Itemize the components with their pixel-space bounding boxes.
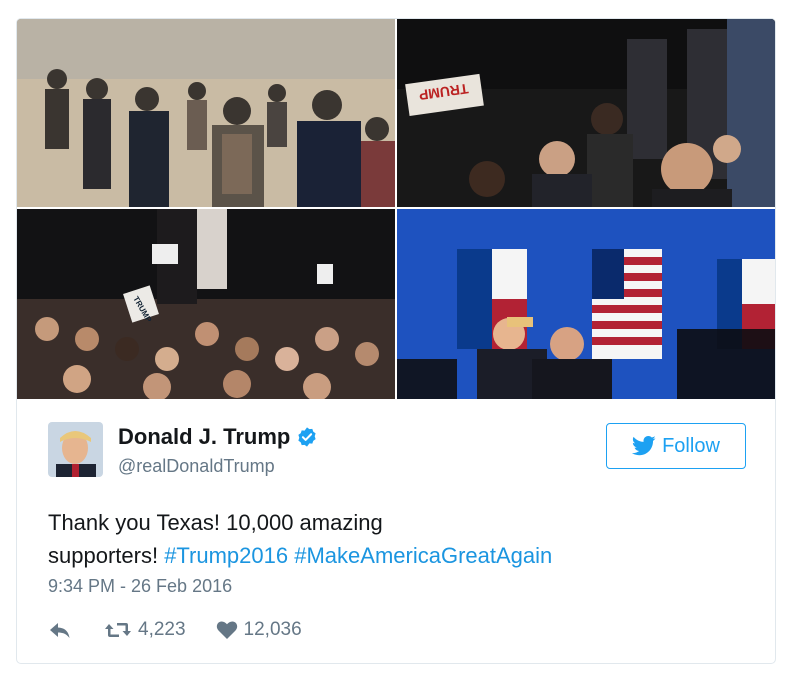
photo-stage-flags[interactable] (397, 209, 775, 399)
retweet-count: 4,223 (138, 619, 186, 640)
photo-grid: TRUMP TRUMP (17, 19, 775, 399)
hashtag-trump2016[interactable]: #Trump2016 (164, 543, 288, 568)
photo-press-photographers[interactable]: TRUMP (397, 19, 775, 207)
tweet-timestamp[interactable]: 9:34 PM - 26 Feb 2016 (48, 576, 232, 597)
follow-button[interactable]: Follow (606, 423, 746, 469)
photo-crowd-outdoors[interactable] (17, 19, 395, 207)
follow-label: Follow (662, 434, 720, 457)
hashtag-makeamericagreatagain[interactable]: #MakeAmericaGreatAgain (294, 543, 552, 568)
photo-rally-crowd[interactable]: TRUMP (17, 209, 395, 399)
reply-button[interactable] (48, 620, 72, 640)
tweet-card: TRUMP TRUMP Donald J. Trump @realDonaldT… (16, 18, 776, 664)
avatar[interactable] (48, 422, 103, 477)
author-name-row: Donald J. Trump (118, 424, 318, 450)
retweet-icon (105, 623, 131, 637)
reply-icon (50, 623, 70, 638)
like-count: 12,036 (243, 619, 302, 640)
verified-badge-icon (298, 427, 316, 447)
like-button[interactable]: 12,036 (216, 619, 302, 641)
twitter-bird-icon (632, 436, 656, 456)
tweet-text-line2: supporters! (48, 543, 159, 568)
tweet-text-line1: Thank you Texas! 10,000 amazing (48, 510, 383, 535)
heart-icon (216, 621, 237, 639)
retweet-button[interactable]: 4,223 (104, 619, 186, 641)
tweet-actions: 4,223 12,036 (48, 619, 302, 641)
author-name[interactable]: Donald J. Trump (118, 424, 290, 450)
tweet-text: Thank you Texas! 10,000 amazing supporte… (48, 506, 648, 572)
author-handle[interactable]: @realDonaldTrump (118, 456, 275, 477)
